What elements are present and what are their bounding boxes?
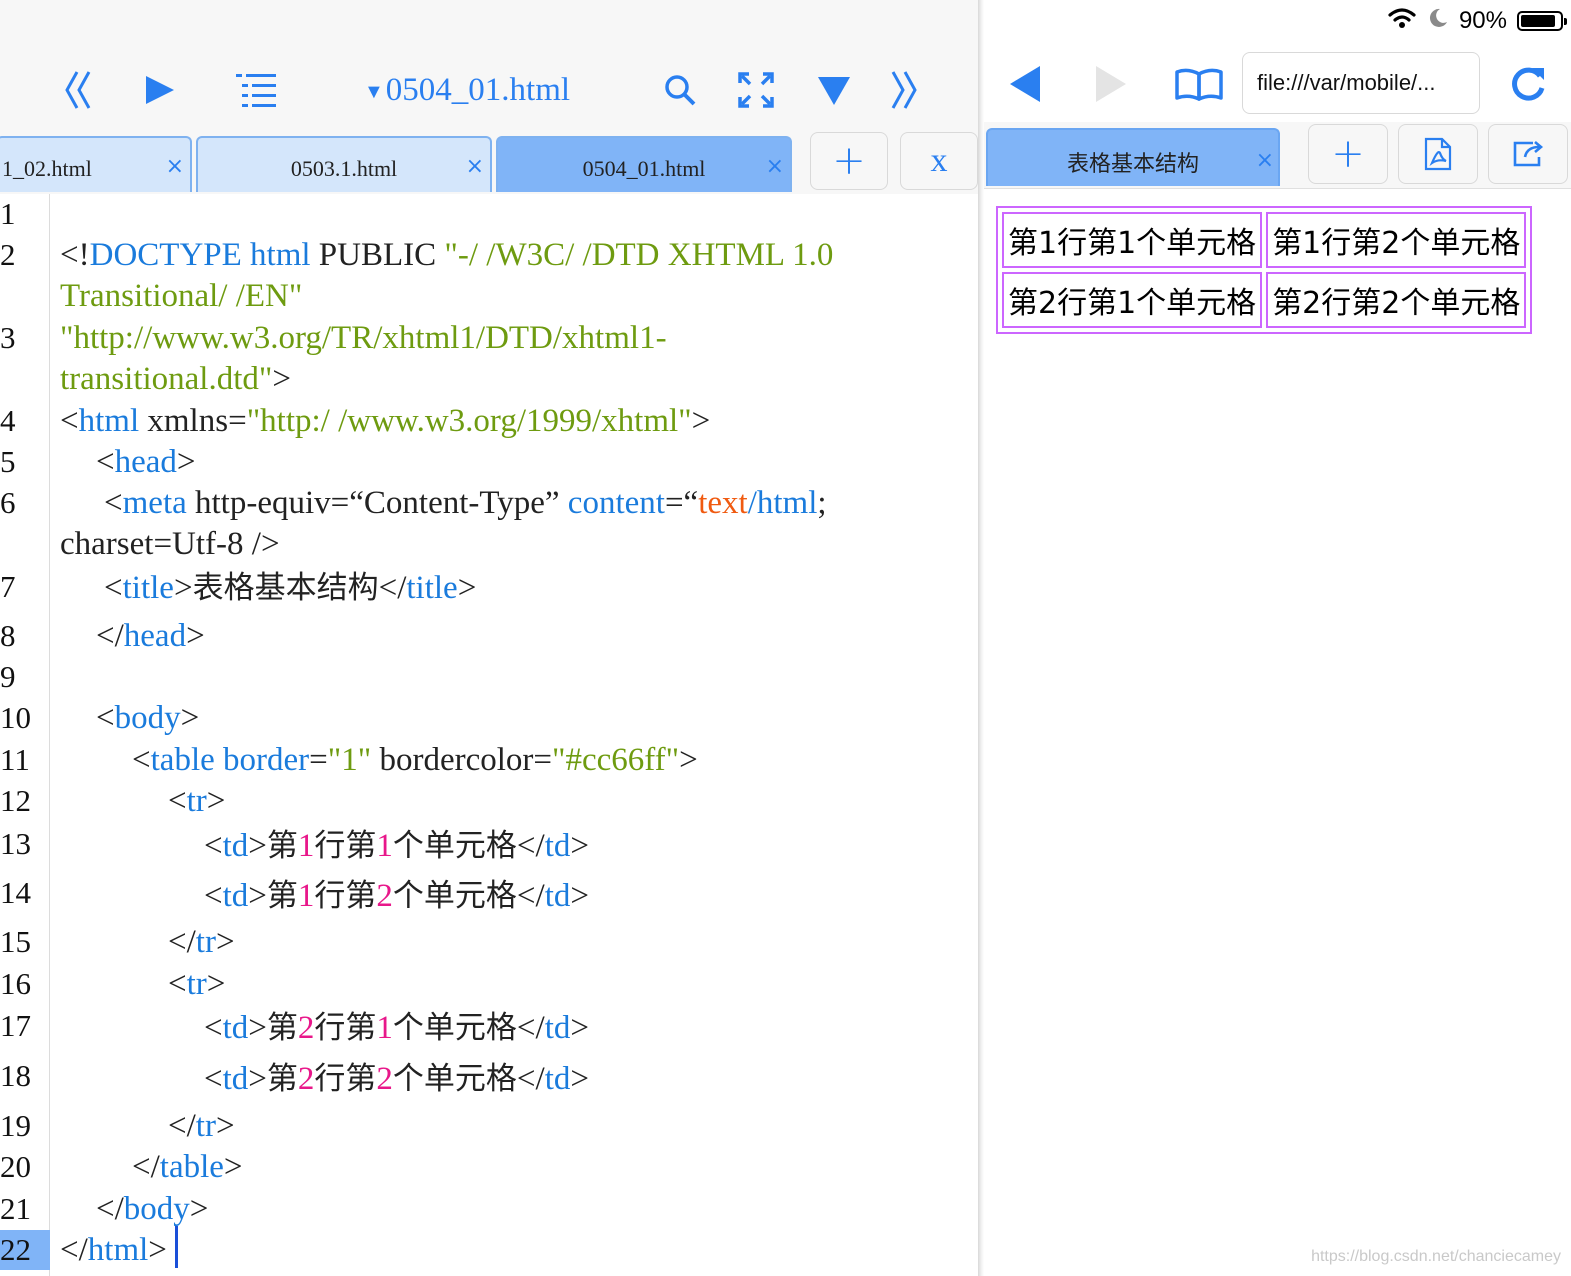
line-number: 8 [0,618,16,653]
close-tab-icon[interactable]: × [166,156,184,178]
code-line-13: <td>第1行第1个单元格</td> [204,828,589,864]
pdf-export-icon[interactable] [1398,124,1478,184]
tab-1_02-html[interactable]: 1_02.html × [0,136,192,192]
tab-label: 0503.1.html [290,156,398,181]
code-line-10: <body> [96,700,200,736]
code-line-20: </table> [132,1149,243,1185]
table-cell: 第2行第2个单元格 [1266,272,1527,328]
browser-tab-active[interactable]: 表格基本结构 × [986,128,1280,186]
table-cell: 第1行第1个单元格 [1002,212,1263,268]
status-bar: 90% [1387,4,1567,38]
code-line-3: "http://www.w3.org/TR/xhtml1/DTD/xhtml1- [60,320,667,356]
reload-icon[interactable] [1506,58,1550,110]
tab-label: 表格基本结构 [1066,152,1199,177]
share-icon[interactable] [1488,124,1568,184]
line-number: 14 [0,875,31,910]
table-cell: 第2行第1个单元格 [1002,272,1263,328]
line-number: 15 [0,924,31,959]
code-line-15: </tr> [168,924,235,960]
new-tab-button[interactable]: + [810,132,888,190]
text-cursor [175,1226,178,1268]
rendered-table: 第1行第1个单元格 第1行第2个单元格 第2行第1个单元格 第2行第2个单元格 [996,206,1533,334]
close-tab-icon[interactable]: × [766,156,784,178]
prev-file-icon[interactable] [58,64,98,116]
code-editor-pane: ▼ 0504_01.html 1_02.html × 0503.1.html ×… [0,0,978,1276]
dropdown-triangle-icon[interactable] [814,64,854,116]
line-number: 6 [0,485,16,520]
code-line-12: <tr> [168,783,226,819]
code-line-17: <td>第2行第1个单元格</td> [204,1010,589,1046]
line-number: 3 [0,320,16,355]
line-number: 5 [0,444,16,479]
back-icon[interactable] [1004,58,1048,110]
line-number: 7 [0,569,16,604]
watermark: https://blog.csdn.net/chanciecamey [1311,1248,1561,1265]
code-line-5: <head> [96,444,196,480]
search-icon[interactable] [660,64,700,116]
line-number: 1 [0,196,16,231]
wifi-icon [1387,7,1417,36]
line-number: 12 [0,783,31,818]
battery-percent: 90% [1458,7,1507,34]
gutter-divider [49,194,50,1276]
fullscreen-icon[interactable] [734,64,778,116]
line-number: 17 [0,1008,31,1043]
code-line-6: <meta http-equiv=“Content-Type” content=… [104,485,827,521]
line-number: 11 [0,742,30,777]
line-number: 9 [0,659,16,694]
current-line-number: 22 [0,1230,50,1270]
line-number: 19 [0,1108,31,1143]
close-tab-icon[interactable]: × [1256,150,1274,172]
code-area[interactable]: 1 2 3 4 5 6 7 8 9 10 11 12 13 14 15 16 1… [0,194,978,1276]
preview-browser-pane: 90% file:///var/mobile/... 表格基本结构 × + 第1… [984,0,1571,1276]
code-line-22: </html> [60,1232,167,1268]
outline-list-icon[interactable] [232,64,280,116]
battery-icon [1517,11,1567,31]
code-line-7: <title>表格基本结构</title> [104,570,477,606]
file-title-label: 0504_01.html [385,71,571,108]
file-selector[interactable]: ▼ 0504_01.html [364,68,570,112]
table-row: 第2行第1个单元格 第2行第2个单元格 [1002,272,1527,328]
caret-down-icon: ▼ [364,80,384,103]
tab-0503-1-html[interactable]: 0503.1.html × [196,136,492,192]
code-line-4: <html xmlns="http:/ /www.w3.org/1999/xht… [60,403,711,439]
new-browser-tab-button[interactable]: + [1308,124,1388,184]
code-line-2-wrap: Transitional/ /EN" [60,278,303,314]
line-number: 2 [0,237,16,272]
line-number: 16 [0,966,31,1001]
table-row: 第1行第1个单元格 第1行第2个单元格 [1002,212,1527,268]
code-line-6-wrap: charset=Utf-8 /> [60,526,280,562]
url-text: file:///var/mobile/... [1257,70,1436,95]
browser-tab-bar: 表格基本结构 × + [984,122,1571,189]
moon-icon [1427,7,1449,36]
close-tab-icon[interactable]: × [466,156,484,178]
tab-0504_01-html[interactable]: 0504_01.html × [496,136,792,192]
forward-icon[interactable] [1088,58,1132,110]
url-input[interactable]: file:///var/mobile/... [1242,52,1480,114]
bookmarks-icon[interactable] [1172,58,1226,110]
tab-label: 0504_01.html [582,156,706,181]
code-line-2: <!DOCTYPE html PUBLIC "-/ /W3C/ /DTD XHT… [60,237,834,273]
code-line-16: <tr> [168,966,226,1002]
code-line-11: <table border="1" bordercolor="#cc66ff"> [132,742,698,778]
editor-tab-bar: 1_02.html × 0503.1.html × 0504_01.html ×… [0,128,978,194]
line-number: 20 [0,1149,31,1184]
code-line-21: </body> [96,1191,209,1227]
code-line-19: </tr> [168,1108,235,1144]
next-file-icon[interactable] [884,64,924,116]
line-number: 18 [0,1058,31,1093]
code-line-3-wrap: transitional.dtd"> [60,361,291,397]
run-icon[interactable] [140,64,180,116]
close-all-button[interactable]: x [900,132,978,190]
line-number: 10 [0,700,31,735]
code-line-8: </head> [96,618,205,654]
line-number: 13 [0,826,31,861]
tab-label: 1_02.html [2,156,92,181]
table-cell: 第1行第2个单元格 [1266,212,1527,268]
code-line-18: <td>第2行第2个单元格</td> [204,1061,589,1097]
line-number: 4 [0,403,16,438]
line-number: 21 [0,1191,31,1226]
editor-toolbar: ▼ 0504_01.html [0,0,978,128]
code-line-14: <td>第1行第2个单元格</td> [204,878,589,914]
